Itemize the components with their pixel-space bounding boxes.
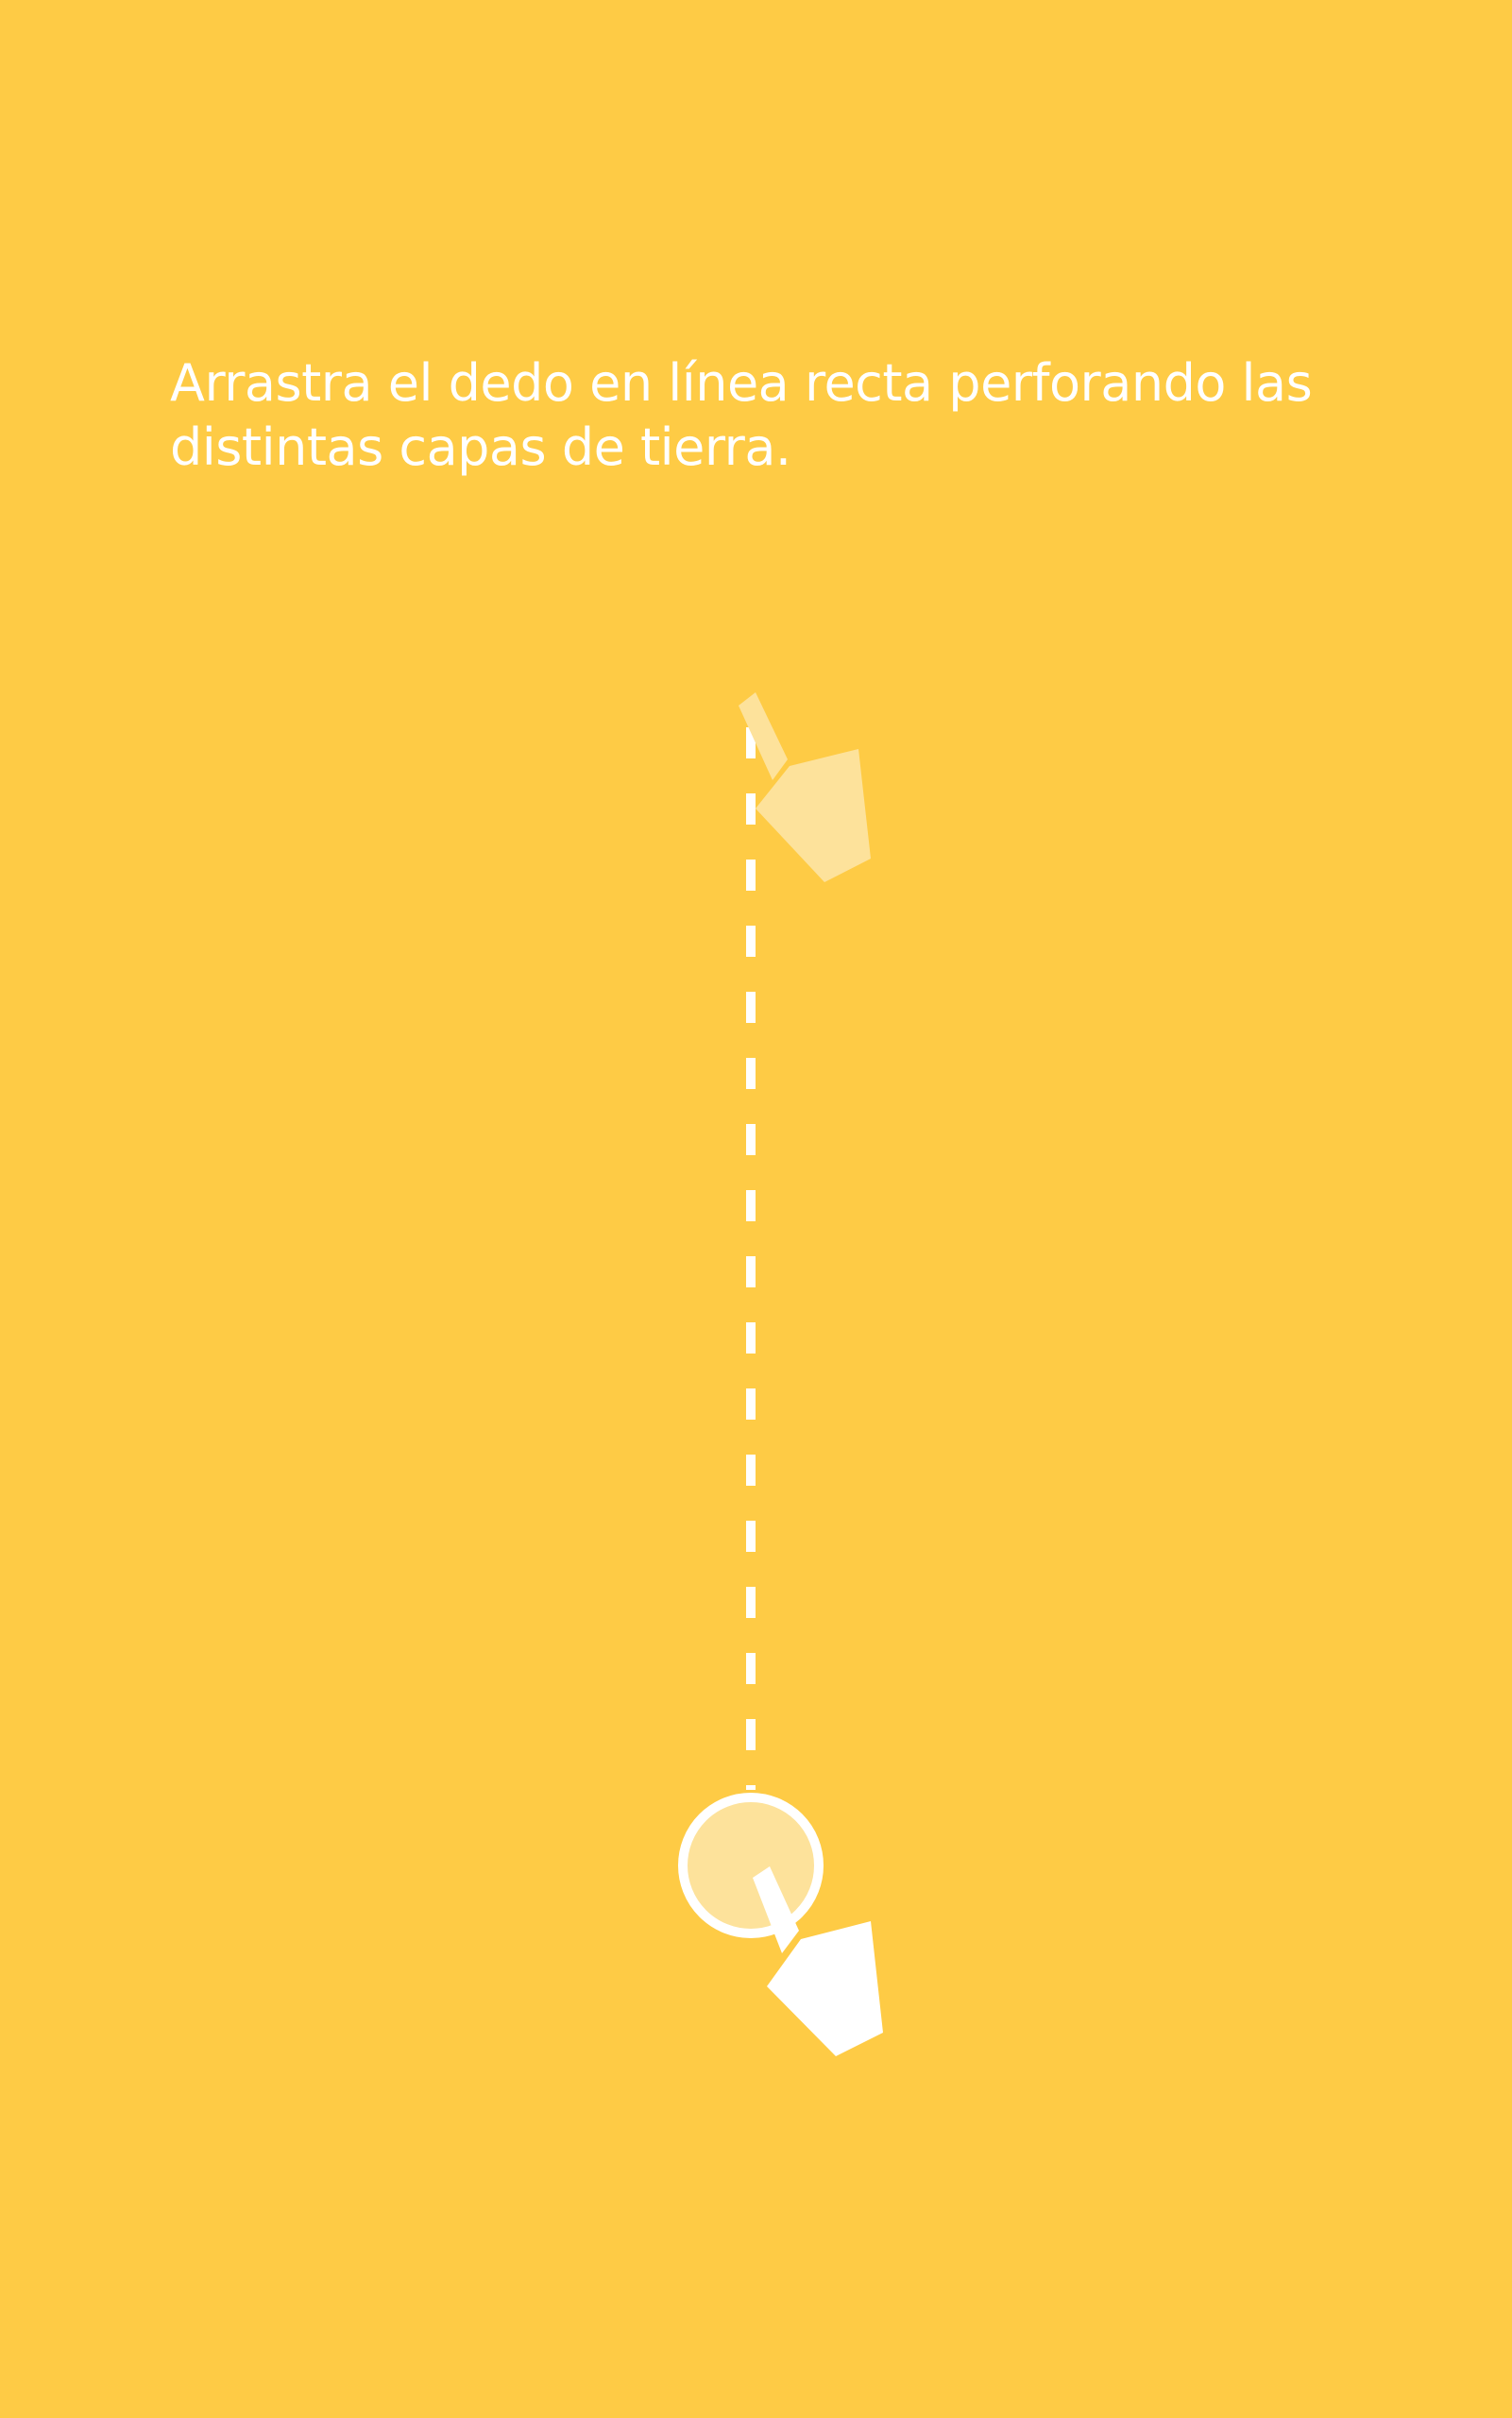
instruction-text: Arrastra el dedo en línea recta perforan… <box>170 353 1313 477</box>
touch-point-circle <box>678 1793 824 1938</box>
tutorial-screen: Arrastra el dedo en línea recta perforan… <box>0 0 1512 2418</box>
hand-start-icon <box>739 692 871 882</box>
hand-end-icon <box>753 1866 883 2056</box>
